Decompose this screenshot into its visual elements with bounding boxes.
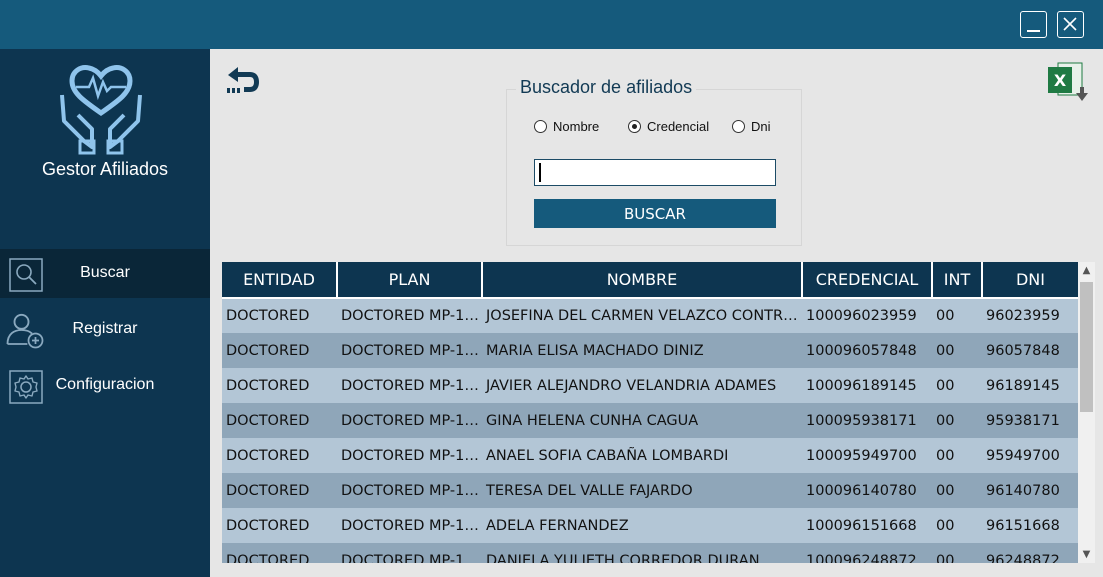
cell-credencial: 100095938171 (802, 403, 932, 438)
table-body: DOCTORED DOCTORED MP-1… JOSEFINA DEL CARME… (222, 298, 1078, 563)
cell-entidad: DOCTORED (222, 438, 337, 473)
table-row[interactable]: DOCTORED DOCTORED MP-1… GINA HELENA CUNHA … (222, 403, 1078, 438)
sidebar-item-registrar[interactable]: Registrar (0, 305, 210, 354)
table-row[interactable]: DOCTORED DOCTORED MP-1… MARIA ELISA MACHAD… (222, 333, 1078, 368)
radio-label: Nombre (553, 119, 600, 134)
back-arrow-icon[interactable] (224, 65, 262, 99)
cell-nombre: JOSEFINA DEL CARMEN VELAZCO CONTR… (482, 298, 802, 333)
app-name: Gestor Afiliados (41, 159, 169, 179)
cell-nombre: MARIA ELISA MACHADO DINIZ (482, 333, 802, 368)
table-row[interactable]: DOCTORED DOCTORED MP-1… ADELA FERNANDEZ 100… (222, 508, 1078, 543)
search-input[interactable] (534, 159, 776, 186)
radio-label: Credencial (647, 119, 710, 134)
results-table: ENTIDAD PLAN NOMBRE CREDENCIAL INT DNI D… (222, 262, 1078, 563)
cell-plan: DOCTORED MP-1… (337, 438, 482, 473)
scroll-up-icon[interactable]: ▲ (1078, 262, 1095, 279)
cell-entidad: DOCTORED (222, 403, 337, 438)
column-header-dni[interactable]: DNI (982, 262, 1078, 299)
cell-dni: 96140780 (982, 473, 1078, 508)
cell-plan: DOCTORED MP-1… (337, 368, 482, 403)
column-header-entidad[interactable]: ENTIDAD (222, 262, 338, 299)
table-row[interactable]: DOCTORED DOCTORED MP-1… ANAEL SOFIA CABAÑA… (222, 438, 1078, 473)
cell-dni: 96023959 (982, 298, 1078, 333)
cell-dni: 96057848 (982, 333, 1078, 368)
cell-int: 00 (932, 473, 982, 508)
table-row[interactable]: DOCTORED DOCTORED MP-1… DANIELA YULIETH CO… (222, 543, 1078, 563)
cell-plan: DOCTORED MP-1… (337, 473, 482, 508)
table-row[interactable]: DOCTORED DOCTORED MP-1… TERESA DEL VALLE F… (222, 473, 1078, 508)
cell-entidad: DOCTORED (222, 298, 337, 333)
search-title: Buscador de afiliados (516, 77, 697, 98)
cell-int: 00 (932, 298, 982, 333)
cell-plan: DOCTORED MP-1… (337, 333, 482, 368)
cell-entidad: DOCTORED (222, 508, 337, 543)
scroll-down-icon[interactable]: ▼ (1078, 546, 1095, 563)
cell-credencial: 100096057848 (802, 333, 932, 368)
minimize-button[interactable] (1020, 11, 1047, 38)
cell-dni: 95938171 (982, 403, 1078, 438)
radio-label: Dni (751, 119, 771, 134)
cell-nombre: ADELA FERNANDEZ (482, 508, 802, 543)
svg-text:X: X (1054, 71, 1067, 90)
cell-plan: DOCTORED MP-1… (337, 403, 482, 438)
cell-int: 00 (932, 438, 982, 473)
table-row[interactable]: DOCTORED DOCTORED MP-1… JAVIER ALEJANDRO V… (222, 368, 1078, 403)
cell-plan: DOCTORED MP-1… (337, 508, 482, 543)
column-header-int[interactable]: INT (932, 262, 983, 299)
scroll-thumb[interactable] (1080, 282, 1093, 412)
cell-credencial: 100096151668 (802, 508, 932, 543)
cell-int: 00 (932, 333, 982, 368)
cell-entidad: DOCTORED (222, 333, 337, 368)
cell-entidad: DOCTORED (222, 368, 337, 403)
cell-credencial: 100096140780 (802, 473, 932, 508)
close-icon (1063, 17, 1077, 31)
cell-int: 00 (932, 508, 982, 543)
cell-dni: 96248872 (982, 543, 1078, 563)
heart-hands-logo (60, 65, 142, 155)
cell-plan: DOCTORED MP-1… (337, 298, 482, 333)
sidebar-item-buscar[interactable]: Buscar (0, 249, 210, 298)
sidebar-item-label: Buscar (80, 264, 130, 281)
column-header-nombre[interactable]: NOMBRE (482, 262, 803, 299)
table-row[interactable]: DOCTORED DOCTORED MP-1… JOSEFINA DEL CARME… (222, 298, 1078, 333)
cell-nombre: TERESA DEL VALLE FAJARDO (482, 473, 802, 508)
radio-credencial[interactable]: Credencial (628, 119, 709, 134)
radio-dot (732, 120, 745, 133)
cell-credencial: 100096248872 (802, 543, 932, 563)
title-bar (0, 0, 1103, 49)
radio-dot-selected (628, 120, 641, 133)
close-button[interactable] (1057, 11, 1084, 38)
cell-nombre: GINA HELENA CUNHA CAGUA (482, 403, 802, 438)
cell-nombre: DANIELA YULIETH CORREDOR DURAN (482, 543, 802, 563)
cell-credencial: 100096189145 (802, 368, 932, 403)
cell-int: 00 (932, 543, 982, 563)
cell-dni: 96151668 (982, 508, 1078, 543)
cell-entidad: DOCTORED (222, 473, 337, 508)
radio-nombre[interactable]: Nombre (534, 119, 599, 134)
table-header-row: ENTIDAD PLAN NOMBRE CREDENCIAL INT DNI (222, 262, 1078, 299)
cell-int: 00 (932, 403, 982, 438)
buscar-button[interactable]: BUSCAR (534, 199, 776, 228)
column-header-plan[interactable]: PLAN (337, 262, 483, 299)
main-panel: X Buscador de afiliados Nombre Credencia… (210, 49, 1103, 577)
vertical-scrollbar[interactable]: ▲ ▼ (1078, 262, 1095, 563)
cell-credencial: 100095949700 (802, 438, 932, 473)
radio-dni[interactable]: Dni (732, 119, 771, 134)
sidebar-item-configuracion[interactable]: Configuracion (0, 361, 210, 410)
cell-credencial: 100096023959 (802, 298, 932, 333)
cell-nombre: JAVIER ALEJANDRO VELANDRIA ADAMES (482, 368, 802, 403)
cell-int: 00 (932, 368, 982, 403)
cell-dni: 96189145 (982, 368, 1078, 403)
cell-plan: DOCTORED MP-1… (337, 543, 482, 563)
cell-dni: 95949700 (982, 438, 1078, 473)
excel-export-icon[interactable]: X (1046, 61, 1088, 107)
cell-entidad: DOCTORED (222, 543, 337, 563)
cell-nombre: ANAEL SOFIA CABAÑA LOMBARDI (482, 438, 802, 473)
sidebar-item-label: Registrar (72, 320, 138, 337)
radio-dot (534, 120, 547, 133)
text-caret (539, 163, 541, 182)
column-header-credencial[interactable]: CREDENCIAL (802, 262, 933, 299)
sidebar: Gestor Afiliados Buscar Registrar Config… (0, 49, 210, 577)
sidebar-item-label: Configuracion (55, 376, 155, 393)
